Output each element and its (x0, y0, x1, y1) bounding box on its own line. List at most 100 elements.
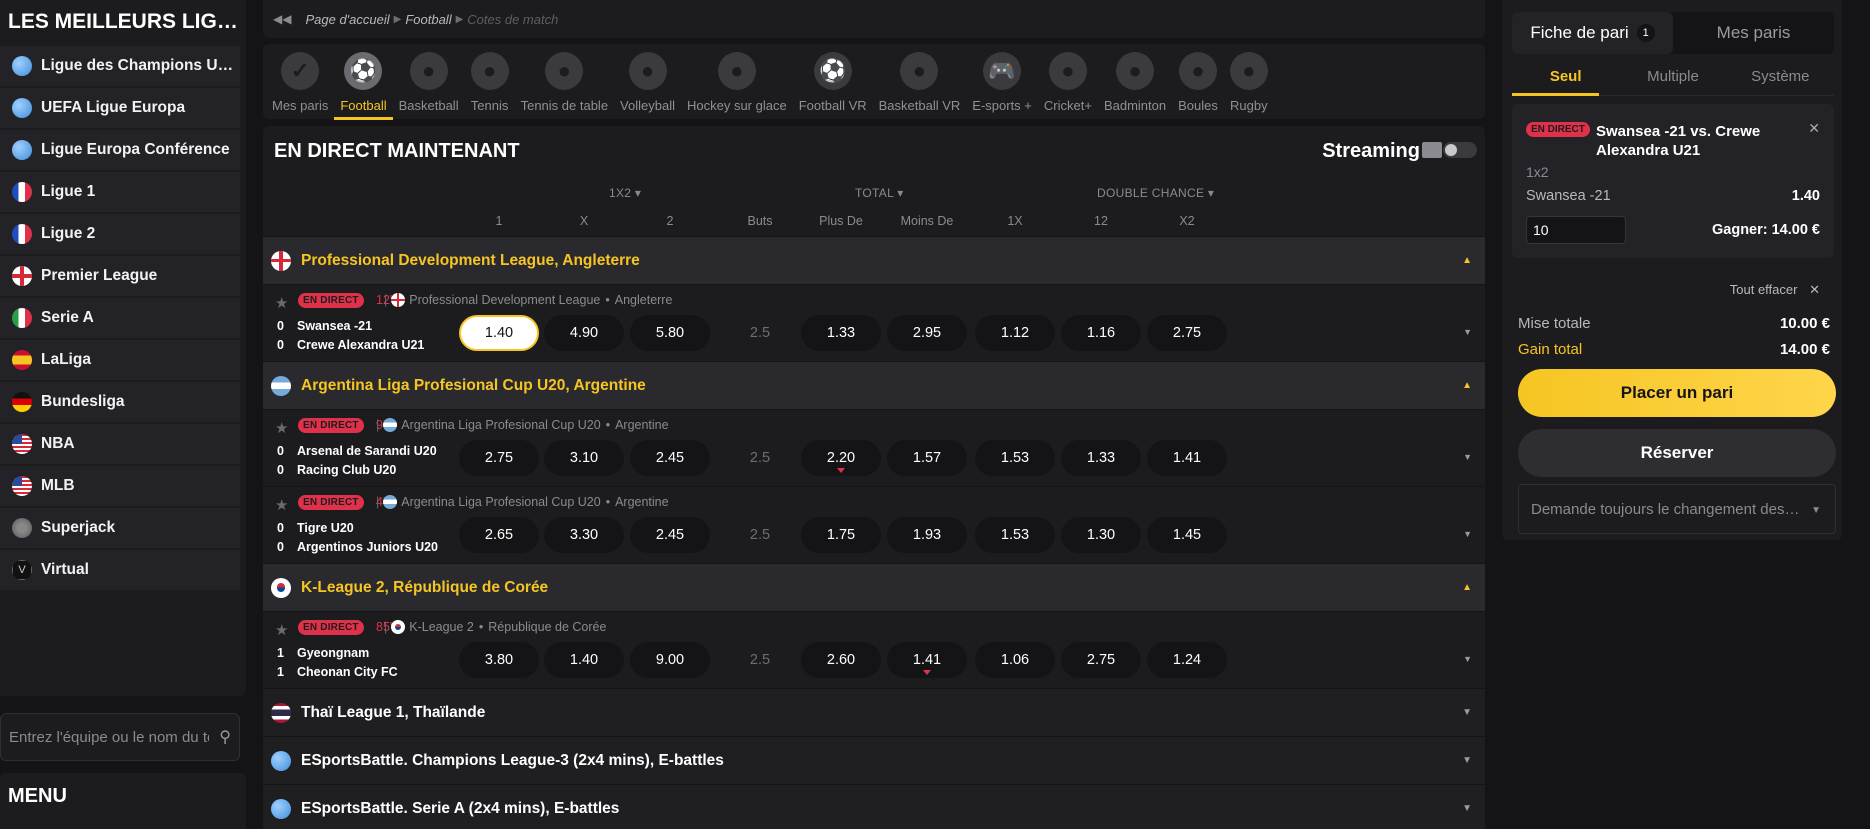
breadcrumb-sport[interactable]: Football (405, 12, 451, 27)
market-group-double-chance[interactable]: DOUBLE CHANCE ▾ (1097, 186, 1214, 200)
league-section-header[interactable]: K-League 2, République de Corée ▲ (263, 563, 1485, 611)
league-item[interactable]: Premier League (0, 256, 240, 296)
league-item[interactable]: Superjack (0, 508, 240, 548)
chevron-up-icon[interactable]: ▲ (1462, 582, 1472, 593)
league-item[interactable]: NBA (0, 424, 240, 464)
chevron-down-icon[interactable]: ▼ (1462, 803, 1472, 814)
odd-button[interactable]: 2.75 (1061, 642, 1141, 678)
odd-button[interactable]: 1.33 (1061, 440, 1141, 476)
odd-button[interactable]: 5.80 (630, 315, 710, 351)
breadcrumb-home[interactable]: Page d'accueil (305, 12, 389, 27)
league-section-header[interactable]: Thaï League 1, Thaïlande ▼ (263, 688, 1485, 736)
league-section-header[interactable]: Argentina Liga Profesional Cup U20, Arge… (263, 361, 1485, 409)
stake-input[interactable] (1526, 216, 1626, 244)
chevron-up-icon[interactable]: ▲ (1462, 380, 1472, 391)
odd-button[interactable]: 1.24 (1147, 642, 1227, 678)
odd-button[interactable]: 3.30 (544, 517, 624, 553)
star-favorite-icon[interactable]: ★ (275, 419, 288, 437)
team-search-input[interactable] (9, 728, 209, 746)
sport-tab[interactable]: ● Boules (1172, 44, 1224, 119)
odd-button[interactable]: 1.40 (459, 315, 539, 351)
star-favorite-icon[interactable]: ★ (275, 294, 288, 312)
tab-betslip[interactable]: Fiche de pari 1 (1512, 12, 1673, 54)
sport-tab[interactable]: ● Basketball (393, 44, 465, 119)
star-favorite-icon[interactable]: ★ (275, 496, 288, 514)
reserve-button[interactable]: Réserver (1518, 429, 1836, 477)
odds-change-select[interactable]: Demande toujours le changement des cotes… (1518, 484, 1836, 534)
sport-tab[interactable]: ⚽ Football (334, 44, 393, 120)
league-item[interactable]: Bundesliga (0, 382, 240, 422)
sport-tab[interactable]: ● Basketball VR (873, 44, 967, 119)
remove-bet-close-icon[interactable]: ✕ (1808, 120, 1820, 137)
sport-tab[interactable]: ⚽ Football VR (793, 44, 873, 119)
odd-button[interactable]: 4.90 (544, 315, 624, 351)
sport-tab[interactable]: ● Cricket+ (1038, 44, 1098, 119)
chevron-down-icon[interactable]: ▼ (1463, 327, 1472, 337)
league-item[interactable]: Serie A (0, 298, 240, 338)
back-icon[interactable]: ◀◀ (273, 12, 291, 26)
odd-button[interactable]: 1.93 (887, 517, 967, 553)
odd-button[interactable]: 1.33 (801, 315, 881, 351)
tab-my-bets[interactable]: Mes paris (1673, 12, 1834, 54)
odd-button[interactable]: 1.16 (1061, 315, 1141, 351)
league-item[interactable]: V Virtual (0, 550, 240, 590)
sport-tab[interactable]: ● Tennis de table (515, 44, 614, 119)
sport-tab[interactable]: ● Rugby (1224, 44, 1274, 119)
league-item[interactable]: Ligue 2 (0, 214, 240, 254)
odd-button[interactable]: 3.80 (459, 642, 539, 678)
chevron-down-icon[interactable]: ▼ (1462, 755, 1472, 766)
odd-button[interactable]: 1.53 (975, 517, 1055, 553)
sport-tab[interactable]: ● Tennis (465, 44, 515, 119)
odd-button[interactable]: 1.75 (801, 517, 881, 553)
place-bet-button[interactable]: Placer un pari (1518, 369, 1836, 417)
odd-button[interactable]: 2.95 (887, 315, 967, 351)
league-section-header[interactable]: ESportsBattle. Serie A (2x4 mins), E-bat… (263, 784, 1485, 829)
league-item[interactable]: Ligue 1 (0, 172, 240, 212)
league-section-header[interactable]: ESportsBattle. Champions League-3 (2x4 m… (263, 736, 1485, 784)
league-item[interactable]: Ligue des Champions UEFA (0, 46, 240, 86)
sport-tab[interactable]: ● Hockey sur glace (681, 44, 793, 119)
odd-button[interactable]: 1.12 (975, 315, 1055, 351)
chevron-up-icon[interactable]: ▲ (1462, 255, 1472, 266)
sport-tab[interactable]: ● Volleyball (614, 44, 681, 119)
market-group-1x2[interactable]: 1X2 ▾ (609, 186, 641, 200)
odd-button[interactable]: 2.45 (630, 517, 710, 553)
clear-all-button[interactable]: Tout effacer ✕ (1730, 282, 1820, 298)
chevron-down-icon[interactable]: ▼ (1463, 529, 1472, 539)
sport-tab[interactable]: ✓ Mes paris (266, 44, 334, 119)
odd-button[interactable]: 1.45 (1147, 517, 1227, 553)
league-item[interactable]: MLB (0, 466, 240, 506)
tab-system[interactable]: Système (1727, 60, 1834, 95)
odd-button[interactable]: 2.75 (1147, 315, 1227, 351)
odd-button[interactable]: 1.57 (887, 440, 967, 476)
odd-button[interactable]: 2.45 (630, 440, 710, 476)
market-group-total[interactable]: TOTAL ▾ (855, 186, 904, 200)
odd-button[interactable]: 1.41 (887, 642, 967, 678)
tab-single[interactable]: Seul (1512, 60, 1619, 96)
odd-button[interactable]: 2.20 (801, 440, 881, 476)
odd-button[interactable]: 1.06 (975, 642, 1055, 678)
odd-button[interactable]: 2.75 (459, 440, 539, 476)
odd-button[interactable]: 9.00 (630, 642, 710, 678)
league-item[interactable]: LaLiga (0, 340, 240, 380)
match-league-info: | Argentina Liga Profesional Cup U20 • Arge… (376, 418, 669, 432)
odd-button[interactable]: 1.40 (544, 642, 624, 678)
league-item[interactable]: UEFA Ligue Europa (0, 88, 240, 128)
sport-tab[interactable]: ● Badminton (1098, 44, 1172, 119)
search-icon[interactable]: ⚲ (219, 727, 231, 747)
odd-button[interactable]: 3.10 (544, 440, 624, 476)
star-favorite-icon[interactable]: ★ (275, 621, 288, 639)
odd-button[interactable]: 1.53 (975, 440, 1055, 476)
odd-button[interactable]: 1.30 (1061, 517, 1141, 553)
chevron-down-icon[interactable]: ▼ (1463, 654, 1472, 664)
sport-tab[interactable]: 🎮 E-sports + (966, 44, 1038, 119)
league-section-header[interactable]: Professional Development League, Anglete… (263, 236, 1485, 284)
chevron-down-icon[interactable]: ▼ (1463, 452, 1472, 462)
odd-button[interactable]: 1.41 (1147, 440, 1227, 476)
odd-button[interactable]: 2.65 (459, 517, 539, 553)
league-item[interactable]: Ligue Europa Conférence (0, 130, 240, 170)
chevron-down-icon[interactable]: ▼ (1462, 707, 1472, 718)
odd-button[interactable]: 2.60 (801, 642, 881, 678)
streaming-toggle[interactable] (1443, 142, 1477, 158)
tab-multiple[interactable]: Multiple (1619, 60, 1726, 95)
